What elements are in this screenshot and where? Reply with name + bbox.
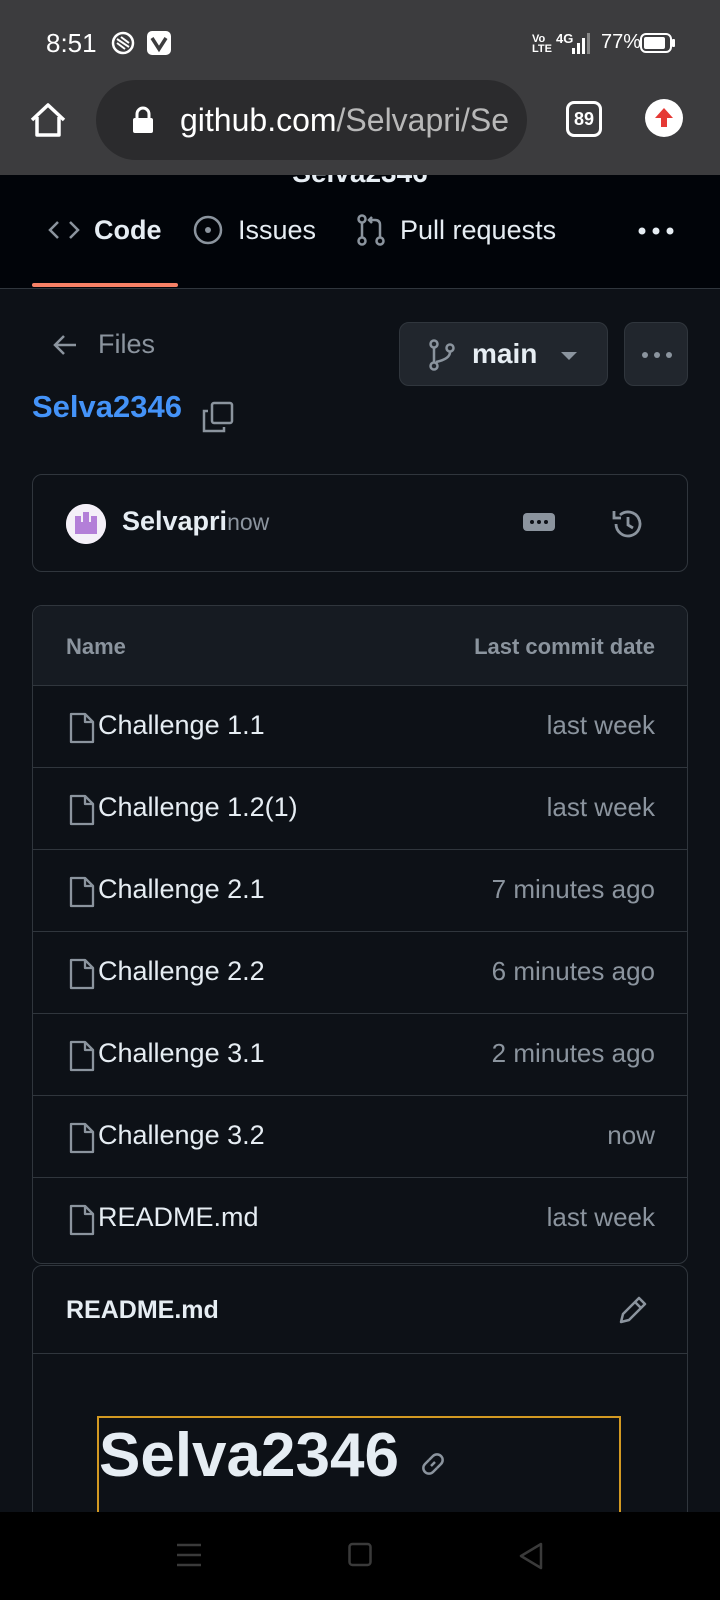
table-row[interactable]: Challenge 1.1 last week (33, 686, 687, 768)
branch-selector[interactable]: main (399, 322, 608, 386)
file-commit-date: last week (546, 1202, 655, 1232)
active-tab-indicator (32, 283, 178, 287)
upload-arrow-icon (655, 108, 673, 127)
file-icon (69, 1122, 95, 1159)
home-square-icon[interactable] (348, 1542, 372, 1568)
latest-commit-box: Selvaprinow (32, 474, 688, 572)
repo-header: Selva2346 Code Issues Pull requests (0, 175, 720, 288)
extension-button[interactable] (645, 99, 683, 137)
status-bar: 8:51 Vo LTE 4G 77% (0, 0, 720, 80)
table-row[interactable]: README.md last week (33, 1178, 687, 1260)
more-options-button[interactable] (624, 322, 688, 386)
tab-pull-requests-label: Pull requests (400, 214, 557, 245)
shield-app-icon (111, 31, 135, 55)
url-text: github.com/Selvapri/Se (180, 102, 509, 139)
readme-title[interactable]: README.md (66, 1296, 219, 1325)
file-commit-date: 2 minutes ago (491, 1038, 655, 1068)
tab-pull-requests[interactable]: Pull requests (356, 205, 556, 255)
repo-tabs: Code Issues Pull requests (0, 205, 720, 255)
pencil-icon[interactable] (617, 1294, 649, 1326)
signal-icon (572, 33, 590, 54)
vivaldi-app-icon (147, 31, 171, 55)
back-triangle-icon[interactable] (518, 1542, 544, 1570)
tab-switcher-button[interactable]: 89 (566, 101, 602, 137)
tab-issues[interactable]: Issues (192, 205, 316, 255)
chevron-down-icon (561, 352, 577, 360)
address-bar[interactable]: github.com/Selvapri/Se (96, 80, 527, 160)
file-name-link[interactable]: Challenge 2.1 (98, 874, 265, 905)
menu-icon[interactable] (176, 1542, 202, 1568)
commit-author-name: Selvapri (122, 506, 228, 536)
table-row[interactable]: Challenge 3.1 2 minutes ago (33, 1014, 687, 1096)
tab-issues-label: Issues (238, 214, 317, 245)
file-table: Name Last commit date Challenge 1.1 last … (32, 605, 688, 1264)
tab-code-label: Code (94, 214, 162, 245)
table-row[interactable]: Challenge 2.2 6 minutes ago (33, 932, 687, 1014)
home-icon[interactable] (28, 100, 68, 140)
back-files-label: Files (98, 329, 156, 359)
browser-toolbar: github.com/Selvapri/Se 89 (0, 80, 720, 175)
file-name-link[interactable]: README.md (98, 1202, 259, 1233)
file-icon (69, 958, 95, 995)
more-tabs-icon[interactable] (636, 225, 676, 237)
file-icon (69, 1040, 95, 1077)
commit-time: now (227, 509, 270, 535)
issue-circle-icon (193, 215, 223, 245)
readme-header: README.md (33, 1266, 687, 1354)
file-commit-date: last week (546, 710, 655, 740)
kebab-horizontal-icon (642, 352, 672, 358)
android-nav-bar (0, 1512, 720, 1600)
file-icon (69, 876, 95, 913)
battery-percent: 77% (601, 31, 642, 53)
history-icon[interactable] (611, 507, 645, 541)
table-row[interactable]: Challenge 3.2 now (33, 1096, 687, 1178)
status-time: 8:51 (46, 28, 97, 58)
code-icon (48, 221, 80, 239)
repo-name-header: Selva2346 (0, 175, 720, 189)
volte-indicator: Vo LTE (532, 33, 552, 55)
file-name-link[interactable]: Challenge 3.2 (98, 1120, 265, 1151)
file-commit-date: last week (546, 792, 655, 822)
avatar[interactable] (66, 504, 106, 544)
table-header: Name Last commit date (33, 606, 687, 686)
file-commit-date: now (607, 1120, 655, 1150)
arrow-left-icon (53, 334, 76, 355)
lock-icon (133, 106, 153, 133)
column-date-header: Last commit date (474, 634, 655, 659)
file-name-link[interactable]: Challenge 1.2(1) (98, 792, 298, 823)
url-path: /Selvapri/Se (336, 102, 510, 138)
copy-icon[interactable] (202, 401, 234, 433)
readme-heading-focused: Selva2346 (97, 1416, 621, 1512)
table-row[interactable]: Challenge 2.1 7 minutes ago (33, 850, 687, 932)
table-row[interactable]: Challenge 1.2(1) last week (33, 768, 687, 850)
link-icon[interactable] (417, 1448, 449, 1480)
file-icon (69, 794, 95, 831)
battery-icon (640, 33, 675, 53)
file-name-link[interactable]: Challenge 2.2 (98, 956, 265, 987)
repo-title-link[interactable]: Selva2346 (32, 389, 182, 425)
commit-message-toggle[interactable] (523, 513, 555, 531)
readme-heading: Selva2346 (99, 1421, 399, 1490)
file-browser: Files main Selva2346 Selvaprinow Name La… (0, 288, 720, 1512)
git-branch-icon (429, 339, 455, 371)
file-name-link[interactable]: Challenge 1.1 (98, 710, 265, 741)
back-to-files-button[interactable]: Files (52, 329, 155, 360)
url-host: github.com (180, 102, 337, 138)
pull-request-icon (357, 214, 385, 246)
identicon-icon (66, 504, 106, 544)
file-icon (69, 712, 95, 749)
file-commit-date: 7 minutes ago (491, 874, 655, 904)
file-icon (69, 1204, 95, 1241)
branch-name: main (472, 338, 538, 369)
file-commit-date: 6 minutes ago (491, 956, 655, 986)
file-name-link[interactable]: Challenge 3.1 (98, 1038, 265, 1069)
tab-code[interactable]: Code (48, 205, 162, 255)
commit-author[interactable]: Selvaprinow (122, 506, 269, 537)
column-name-header: Name (66, 634, 126, 659)
network-type: 4G (556, 31, 574, 46)
readme-panel: README.md Selva2346 (32, 1265, 688, 1512)
